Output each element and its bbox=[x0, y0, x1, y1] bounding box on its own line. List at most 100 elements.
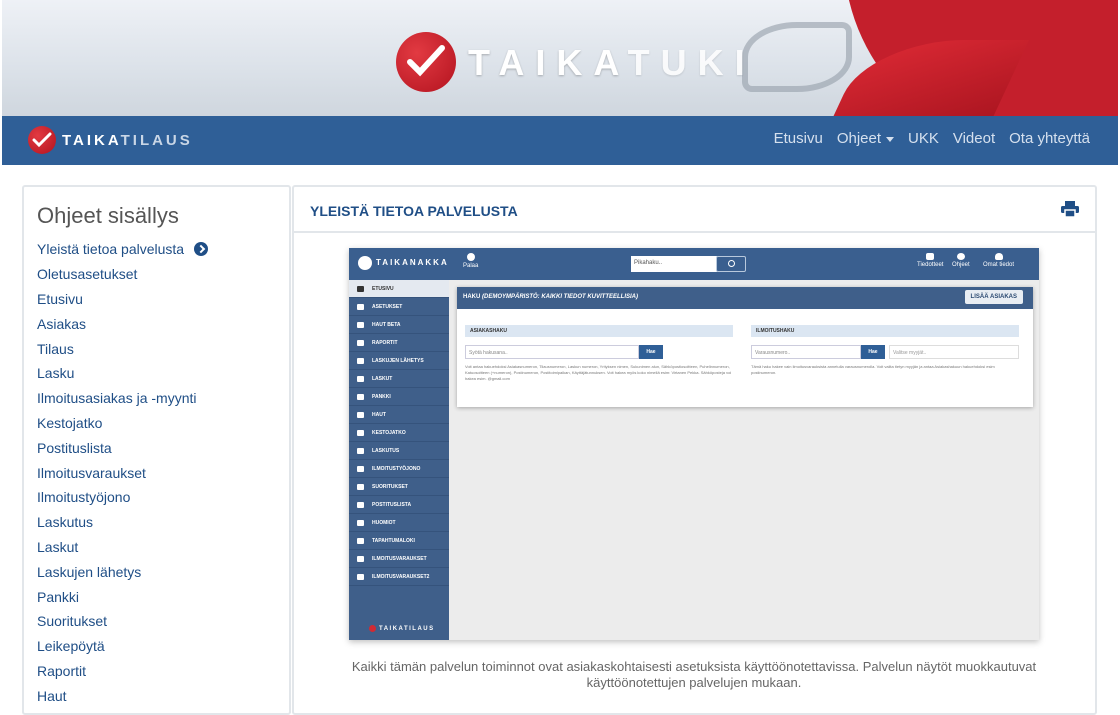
taikatilaus-logo-icon[interactable] bbox=[28, 126, 56, 154]
shot-card-title: HAKU bbox=[463, 294, 481, 300]
shot-customer-search-button: Hae bbox=[639, 345, 663, 359]
banner-brand-part1: TAIKA bbox=[468, 42, 628, 83]
book-icon bbox=[357, 483, 364, 490]
toc-item-label: Yleistä tietoa palvelusta bbox=[37, 241, 185, 258]
shot-menu-item: SUORITUKSET bbox=[349, 478, 449, 496]
shot-menu-item: POSTITUSLISTA bbox=[349, 496, 449, 514]
shot-menu-item: HUOMIOT bbox=[349, 514, 449, 532]
banner-brand-text: TAIKATUKI bbox=[468, 42, 756, 84]
shot-menu-label: LASKUJEN LÄHETYS bbox=[372, 357, 424, 364]
nav-link-ota-yhteytta[interactable]: Ota yhteyttä bbox=[1009, 130, 1090, 147]
shot-menu-label: ILMOITUSTYÖJONO bbox=[372, 465, 421, 472]
shot-menu-label: KESTOJATKO bbox=[372, 429, 406, 436]
shot-menu-item: HAUT BETA bbox=[349, 316, 449, 334]
nav-link-ukk[interactable]: UKK bbox=[908, 130, 939, 147]
bank-icon bbox=[357, 393, 364, 400]
shot-card-header: HAKU (DEMOYMPÄRISTÖ: KAIKKI TIEDOT KUVIT… bbox=[457, 287, 1033, 309]
shot-customer-search: ASIAKASHAKU Syötä hakusana.. Hae Voit an… bbox=[465, 325, 733, 382]
shot-customer-search-heading: ASIAKASHAKU bbox=[465, 325, 733, 337]
shot-menu-item: ILMOITUSVARAUKSET2 bbox=[349, 568, 449, 586]
shot-ad-search-input: Varausnumero.. bbox=[751, 345, 861, 359]
toc-item[interactable]: Etusivu bbox=[37, 287, 208, 312]
search-icon bbox=[357, 411, 364, 418]
shot-menu-label: ILMOITUSVARAUKSET bbox=[372, 555, 427, 562]
panel-caption: Kaikki tämän palvelun toiminnot ovat asi… bbox=[351, 659, 1037, 690]
nav-brand[interactable]: TAIKATILAUS bbox=[62, 132, 193, 149]
toc-sidebar: Ohjeet sisällys Yleistä tietoa palvelust… bbox=[22, 185, 291, 715]
nav-link-videot[interactable]: Videot bbox=[953, 130, 995, 147]
back-arrow-icon bbox=[466, 253, 475, 261]
shot-menu-label: LASKUTUS bbox=[372, 447, 400, 454]
shot-search-input: Pikahaku.. bbox=[631, 256, 717, 272]
shot-menu-label: ILMOITUSVARAUKSET2 bbox=[372, 573, 430, 580]
thumbs-up-icon bbox=[357, 447, 364, 454]
shot-search-card: HAKU (DEMOYMPÄRISTÖ: KAIKKI TIEDOT KUVIT… bbox=[457, 287, 1033, 407]
shot-tiedotteet: Tiedotteet bbox=[917, 253, 943, 268]
arrow-right-circle-icon[interactable] bbox=[194, 242, 209, 257]
toc-item[interactable]: Oletusasetukset bbox=[37, 262, 208, 287]
shot-search-icon bbox=[716, 256, 746, 272]
pie-chart-icon bbox=[357, 339, 364, 346]
print-icon[interactable] bbox=[1061, 201, 1079, 217]
nav-link-ohjeet[interactable]: Ohjeet bbox=[837, 130, 895, 147]
toc-item[interactable]: Ilmoitusasiakas ja -myynti bbox=[37, 386, 208, 411]
shot-menu-label: POSTITUSLISTA bbox=[372, 501, 412, 508]
gear-icon bbox=[357, 303, 364, 310]
toc-item[interactable]: Laskutus bbox=[37, 510, 208, 535]
shot-ad-search: ILMOITUSHAKU Varausnumero.. Hae Valitse … bbox=[751, 325, 1019, 376]
shot-menu-item: LASKUT bbox=[349, 370, 449, 388]
euro-icon bbox=[357, 375, 364, 382]
bell-icon bbox=[357, 519, 364, 526]
toc-item[interactable]: Postituslista bbox=[37, 435, 208, 460]
shot-menu-item: LASKUTUS bbox=[349, 442, 449, 460]
toc-title: Ohjeet sisällys bbox=[37, 203, 179, 228]
grid-icon bbox=[357, 537, 364, 544]
shot-menu-label: HUOMIOT bbox=[372, 519, 396, 526]
shot-customer-search-input: Syötä hakusana.. bbox=[465, 345, 639, 359]
shot-menu-item: RAPORTIT bbox=[349, 334, 449, 352]
list-icon bbox=[357, 555, 364, 562]
toc-item[interactable]: Leikepöytä bbox=[37, 634, 208, 659]
panel-header: YLEISTÄ TIETOA PALVELUSTA bbox=[294, 187, 1095, 233]
toc-item[interactable]: Laskut bbox=[37, 535, 208, 560]
nav-brand-part1: TAIKA bbox=[62, 132, 121, 149]
shot-omat-tiedot: Omat tiedot bbox=[983, 253, 1014, 268]
app-screenshot: TAIKANAKKA Palaa Pikahaku.. Tiedotteet O… bbox=[349, 248, 1039, 640]
toc-item[interactable]: Laskujen lähetys bbox=[37, 559, 208, 584]
nav-brand-part2: TILAUS bbox=[120, 132, 193, 149]
toc-item[interactable]: Ilmoitustyöjono bbox=[37, 485, 208, 510]
shot-sidebar: ETUSIVU ASETUKSET HAUT BETA RAPORTIT LAS… bbox=[349, 280, 449, 640]
toc-item[interactable]: Kestojatko bbox=[37, 411, 208, 436]
caret-down-icon bbox=[886, 136, 895, 142]
taikatuki-logo-icon bbox=[396, 32, 456, 92]
shot-customer-search-help: Voit antaa hakuehdoksi Asiakasnumeron, T… bbox=[465, 364, 732, 381]
toc-list: Yleistä tietoa palvelusta Oletusasetukse… bbox=[37, 237, 209, 708]
toc-item[interactable]: Lasku bbox=[37, 361, 208, 386]
toc-item[interactable]: Yleistä tietoa palvelusta bbox=[37, 237, 209, 262]
shot-menu-item: LASKUJEN LÄHETYS bbox=[349, 352, 449, 370]
nav-link-etusivu[interactable]: Etusivu bbox=[774, 130, 823, 147]
shot-customer-search-row: Syötä hakusana.. Hae bbox=[465, 345, 733, 359]
list-icon bbox=[357, 465, 364, 472]
toc-item[interactable]: Raportit bbox=[37, 659, 208, 684]
shot-menu-item: ETUSIVU bbox=[349, 280, 449, 298]
home-icon bbox=[357, 285, 364, 292]
shot-topbar: TAIKANAKKA Palaa Pikahaku.. Tiedotteet O… bbox=[349, 248, 1039, 280]
toc-item[interactable]: Suoritukset bbox=[37, 609, 208, 634]
shot-menu-label: ASETUKSET bbox=[372, 303, 403, 310]
envelope-icon bbox=[926, 253, 935, 260]
paper-plane-icon bbox=[357, 357, 364, 364]
shot-menu-label: ETUSIVU bbox=[372, 285, 394, 292]
main-navbar: TAIKATILAUS Etusivu Ohjeet UKK Videot Ot… bbox=[2, 116, 1118, 165]
top-banner: TAIKATUKI bbox=[2, 0, 1118, 116]
toc-item[interactable]: Asiakas bbox=[37, 311, 208, 336]
shot-menu-item: TAPAHTUMALOKI bbox=[349, 532, 449, 550]
toc-item[interactable]: Haut bbox=[37, 683, 208, 708]
toc-item[interactable]: Ilmoitusvaraukset bbox=[37, 460, 208, 485]
shot-menu-label: PANKKI bbox=[372, 393, 391, 400]
toc-item[interactable]: Tilaus bbox=[37, 336, 208, 361]
shot-menu-item: ASETUKSET bbox=[349, 298, 449, 316]
toc-item[interactable]: Pankki bbox=[37, 584, 208, 609]
envelope-icon bbox=[357, 501, 364, 508]
shot-ohjeet-label: Ohjeet bbox=[952, 262, 970, 268]
